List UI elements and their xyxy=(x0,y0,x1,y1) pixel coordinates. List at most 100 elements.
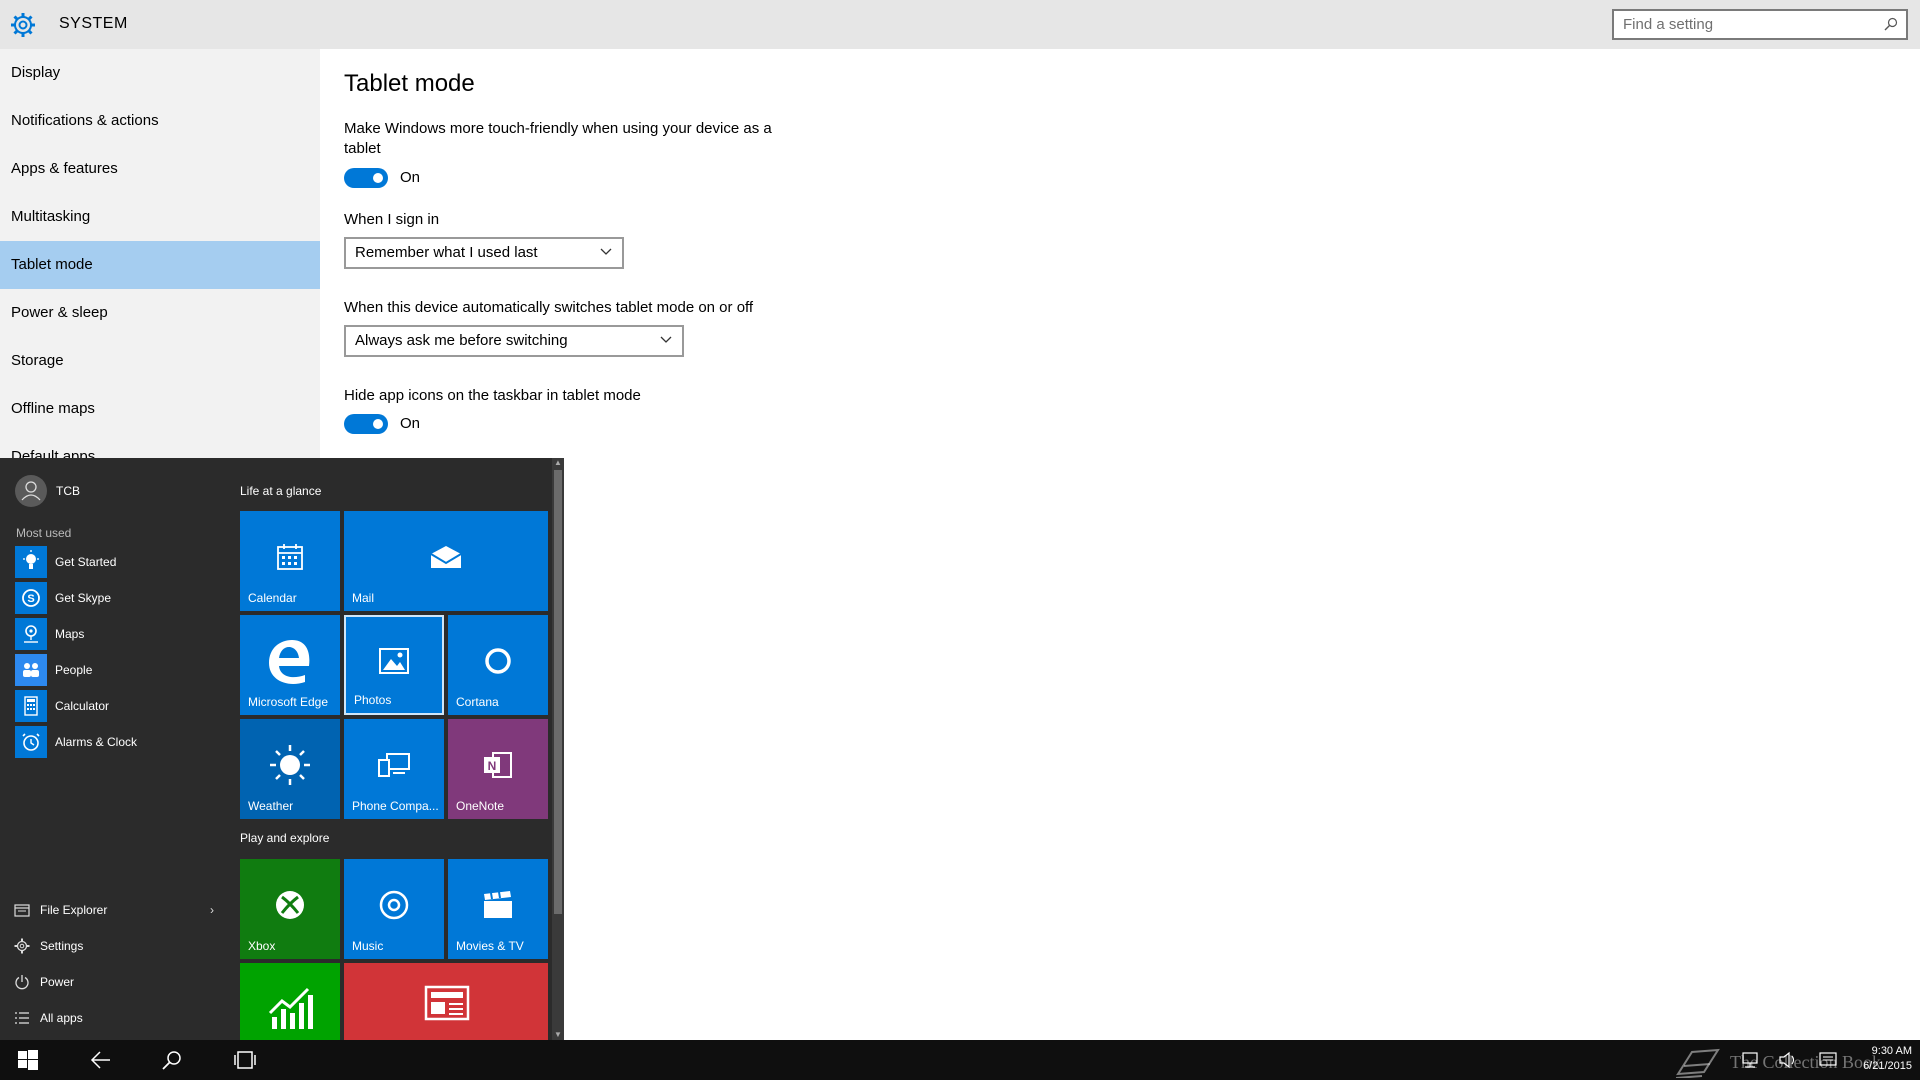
mail-icon xyxy=(430,546,462,568)
task-view-button[interactable] xyxy=(220,1040,268,1080)
group-label-life-at-a-glance[interactable]: Life at a glance xyxy=(240,484,321,498)
app-label: Maps xyxy=(55,627,85,641)
tile-xbox[interactable]: Xbox xyxy=(240,859,340,959)
tile-label: Weather xyxy=(248,799,294,813)
app-label: People xyxy=(55,663,93,677)
all-apps-label: All apps xyxy=(40,1011,83,1025)
auto-switch-dropdown[interactable]: Always ask me before switching xyxy=(344,325,684,357)
signin-dropdown[interactable]: Remember what I used last xyxy=(344,237,624,269)
tile-label: Movies & TV xyxy=(456,939,524,953)
app-calculator[interactable]: Calculator xyxy=(15,690,225,722)
most-used-label: Most used xyxy=(16,526,72,540)
music-icon xyxy=(379,890,409,920)
clapperboard-icon xyxy=(484,891,512,918)
search-button[interactable] xyxy=(148,1040,196,1080)
power-icon xyxy=(15,975,29,990)
cortana-icon xyxy=(485,648,511,674)
user-icon xyxy=(21,481,41,501)
app-maps[interactable]: Maps xyxy=(15,618,225,650)
tablet-mode-toggle[interactable] xyxy=(344,168,388,188)
scrollbar-thumb[interactable] xyxy=(554,470,562,914)
sidebar-item-notifications[interactable]: Notifications & actions xyxy=(0,97,320,145)
app-alarms-clock[interactable]: Alarms & Clock xyxy=(15,726,225,758)
tile-cortana[interactable]: Cortana xyxy=(448,615,548,715)
skype-icon: S xyxy=(15,582,47,614)
app-get-started[interactable]: Get Started xyxy=(15,546,225,578)
search-box[interactable] xyxy=(1612,9,1908,40)
touch-friendly-description: Make Windows more touch-friendly when us… xyxy=(344,120,772,157)
tile-label: Photos xyxy=(354,693,392,707)
sidebar-item-tablet-mode[interactable]: Tablet mode xyxy=(0,241,320,289)
tile-label: Mail xyxy=(352,591,375,605)
sidebar-item-storage[interactable]: Storage xyxy=(0,337,320,385)
action-center-icon[interactable] xyxy=(1818,1051,1838,1069)
hide-icons-toggle-state: On xyxy=(400,415,421,432)
page-title: Tablet mode xyxy=(344,70,475,97)
avatar[interactable] xyxy=(15,475,47,507)
search-icon[interactable] xyxy=(1884,17,1898,31)
signin-label: When I sign in xyxy=(344,211,440,228)
tile-onenote[interactable]: N OneNote xyxy=(448,719,548,819)
power-button[interactable]: Power xyxy=(14,967,214,997)
taskbar: The Collection Book 9:30 AM 6/21/2015 xyxy=(0,1040,1920,1080)
back-button[interactable] xyxy=(76,1040,124,1080)
hide-icons-toggle[interactable] xyxy=(344,414,388,434)
tile-label: Cortana xyxy=(456,695,499,709)
start-menu-left-pane: TCB Most used Get Started S Get Skype Ma… xyxy=(0,458,228,1040)
volume-icon[interactable] xyxy=(1778,1051,1798,1069)
user-name[interactable]: TCB xyxy=(56,484,80,498)
app-label: Get Skype xyxy=(55,591,112,605)
search-input[interactable] xyxy=(1614,11,1864,38)
chevron-right-icon[interactable]: › xyxy=(210,903,214,917)
alarm-clock-icon xyxy=(15,726,47,758)
gear-icon xyxy=(14,938,30,954)
app-get-skype[interactable]: S Get Skype xyxy=(15,582,225,614)
sidebar-item-apps-features[interactable]: Apps & features xyxy=(0,145,320,193)
sidebar-item-power-sleep[interactable]: Power & sleep xyxy=(0,289,320,337)
tile-calendar[interactable]: Calendar xyxy=(240,511,340,611)
tile-label: Phone Compa... xyxy=(352,799,439,813)
onenote-icon: N xyxy=(484,752,512,778)
tile-phone-companion[interactable]: Phone Compa... xyxy=(344,719,444,819)
sidebar-item-display[interactable]: Display xyxy=(0,49,320,97)
sun-icon xyxy=(270,745,310,785)
tile-mail[interactable]: Mail xyxy=(344,511,548,611)
settings-button[interactable]: Settings xyxy=(14,931,214,961)
start-menu-scrollbar[interactable]: ▲ ▼ xyxy=(552,458,564,1040)
tile-label: Calendar xyxy=(248,591,297,605)
start-button[interactable] xyxy=(4,1040,52,1080)
tile-label: Xbox xyxy=(248,939,276,953)
book-icon xyxy=(1675,1048,1720,1078)
power-label: Power xyxy=(40,975,75,989)
settings-label: Settings xyxy=(40,939,84,953)
list-icon xyxy=(15,1012,29,1024)
tile-music[interactable]: Music xyxy=(344,859,444,959)
tile-news[interactable] xyxy=(344,963,548,1040)
app-people[interactable]: People xyxy=(15,654,225,686)
clock-time: 9:30 AM xyxy=(1871,1045,1912,1057)
task-view-icon xyxy=(234,1051,256,1069)
back-arrow-icon xyxy=(90,1051,110,1069)
network-icon[interactable] xyxy=(1740,1051,1760,1069)
tile-label: Microsoft Edge xyxy=(248,695,329,709)
news-icon xyxy=(424,985,470,1021)
all-apps-button[interactable]: All apps xyxy=(14,1003,214,1033)
title-bar: SYSTEM xyxy=(0,0,1920,49)
tile-money[interactable] xyxy=(240,963,340,1040)
group-label-play-and-explore[interactable]: Play and explore xyxy=(240,831,329,845)
tile-microsoft-edge[interactable]: Microsoft Edge xyxy=(240,615,340,715)
tile-weather[interactable]: Weather xyxy=(240,719,340,819)
file-explorer-button[interactable]: File Explorer › xyxy=(14,895,214,925)
system-clock[interactable]: 9:30 AM 6/21/2015 xyxy=(1858,1044,1912,1074)
scroll-down-arrow[interactable]: ▼ xyxy=(552,1030,564,1040)
sidebar-item-multitasking[interactable]: Multitasking xyxy=(0,193,320,241)
scroll-up-arrow[interactable]: ▲ xyxy=(552,458,564,468)
tile-photos[interactable]: Photos xyxy=(344,615,444,715)
signin-dropdown-value: Remember what I used last xyxy=(355,244,538,261)
phone-companion-icon xyxy=(378,753,410,777)
auto-switch-dropdown-value: Always ask me before switching xyxy=(355,332,568,349)
tile-movies-tv[interactable]: Movies & TV xyxy=(448,859,548,959)
sidebar-item-offline-maps[interactable]: Offline maps xyxy=(0,385,320,433)
chevron-down-icon xyxy=(600,248,612,255)
folder-icon xyxy=(14,904,30,917)
